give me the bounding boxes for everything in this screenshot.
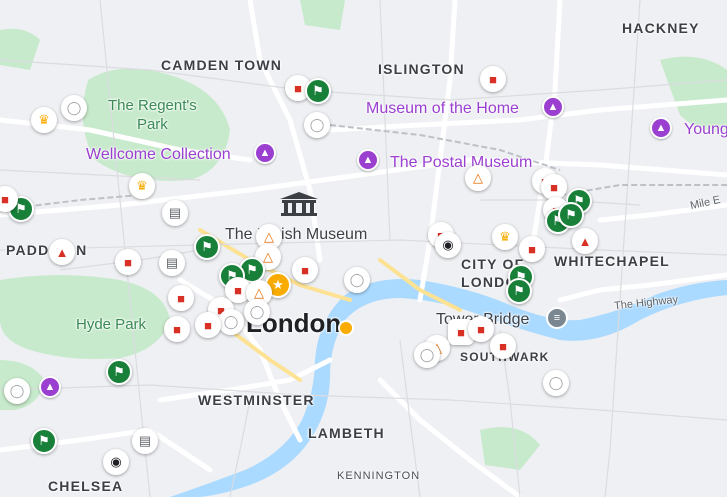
museum-icon[interactable]: ▲	[357, 149, 379, 171]
camera-icon[interactable]: ◉	[435, 232, 461, 258]
restaurant-icon[interactable]: ◯	[543, 370, 569, 396]
camera-icon[interactable]: ◉	[103, 449, 129, 475]
steak-icon[interactable]: ■	[519, 236, 545, 262]
map-base-layer	[0, 0, 727, 497]
temple-icon[interactable]: ♛	[129, 173, 155, 199]
flag-icon[interactable]: ⚑	[558, 202, 584, 228]
steak-icon[interactable]: ■	[292, 257, 318, 283]
park-label-regents-park[interactable]: The Regent's Park	[108, 96, 197, 134]
museum-icon[interactable]: ▲	[254, 142, 276, 164]
flag-icon[interactable]: ⚑	[305, 78, 331, 104]
steak-icon[interactable]: ■	[168, 285, 194, 311]
british-museum-icon[interactable]	[278, 191, 320, 217]
district-label-camden-town: CAMDEN TOWN	[161, 57, 283, 73]
circus-tent-icon[interactable]: ▲	[49, 239, 75, 265]
district-label-paddington: PADD TON	[6, 242, 88, 258]
flag-icon[interactable]: ⚑	[106, 359, 132, 385]
map-canvas[interactable]: HACKNEY CAMDEN TOWN ISLINGTON PADD TON C…	[0, 0, 727, 497]
district-label-westminster: WESTMINSTER	[198, 392, 315, 408]
poi-label-british-museum[interactable]: The British Museum	[225, 226, 367, 244]
steak-icon[interactable]: ■	[490, 333, 516, 359]
bridge-icon[interactable]: ≡	[546, 307, 568, 329]
poi-label-postal-museum[interactable]: The Postal Museum	[390, 154, 532, 172]
city-marker-icon	[338, 320, 354, 336]
flag-icon[interactable]: ⚑	[31, 428, 57, 454]
district-label-islington: ISLINGTON	[378, 61, 465, 77]
circus-tent-icon[interactable]: ▲	[572, 228, 598, 254]
flag-icon[interactable]: ⚑	[506, 278, 532, 304]
restaurant-icon[interactable]: ◯	[244, 299, 270, 325]
steak-icon[interactable]: ■	[195, 312, 221, 338]
temple-icon[interactable]: ♛	[31, 107, 57, 133]
museum-icon[interactable]: ▲	[39, 376, 61, 398]
district-label-chelsea: CHELSEA	[48, 478, 124, 494]
district-label-whitechapel: WHITECHAPEL	[554, 253, 670, 269]
steak-icon[interactable]: ■	[480, 66, 506, 92]
restaurant-icon[interactable]: ◯	[304, 112, 330, 138]
park-label-hyde-park[interactable]: Hyde Park	[76, 316, 146, 333]
shopping-cart-icon[interactable]: ▤	[132, 428, 158, 454]
shopping-cart-icon[interactable]: ▤	[159, 250, 185, 276]
shopping-cart-icon[interactable]: ▤	[162, 200, 188, 226]
poi-label-museum-of-the-home[interactable]: Museum of the Home	[366, 100, 519, 118]
district-label-kennington: KENNINGTON	[337, 470, 421, 482]
restaurant-icon[interactable]: ◯	[344, 267, 370, 293]
restaurant-icon[interactable]: ◯	[61, 95, 87, 121]
museum-icon[interactable]: ▲	[542, 96, 564, 118]
district-label-lambeth: LAMBETH	[308, 425, 385, 441]
steak-icon[interactable]: ■	[115, 249, 141, 275]
restaurant-icon[interactable]: ◯	[414, 342, 440, 368]
temple-icon[interactable]: ♛	[492, 224, 518, 250]
restaurant-icon[interactable]: ◯	[218, 309, 244, 335]
restaurant-icon[interactable]: ◯	[4, 378, 30, 404]
drink-icon[interactable]: △	[465, 165, 491, 191]
poi-label-wellcome-collection[interactable]: Wellcome Collection	[86, 146, 231, 164]
museum-icon[interactable]: ▲	[650, 117, 672, 139]
district-label-hackney: HACKNEY	[622, 20, 700, 36]
steak-icon[interactable]: ■	[468, 316, 494, 342]
steak-icon[interactable]: ■	[164, 316, 190, 342]
poi-label-young[interactable]: Young	[684, 121, 727, 139]
flag-icon[interactable]: ⚑	[194, 234, 220, 260]
